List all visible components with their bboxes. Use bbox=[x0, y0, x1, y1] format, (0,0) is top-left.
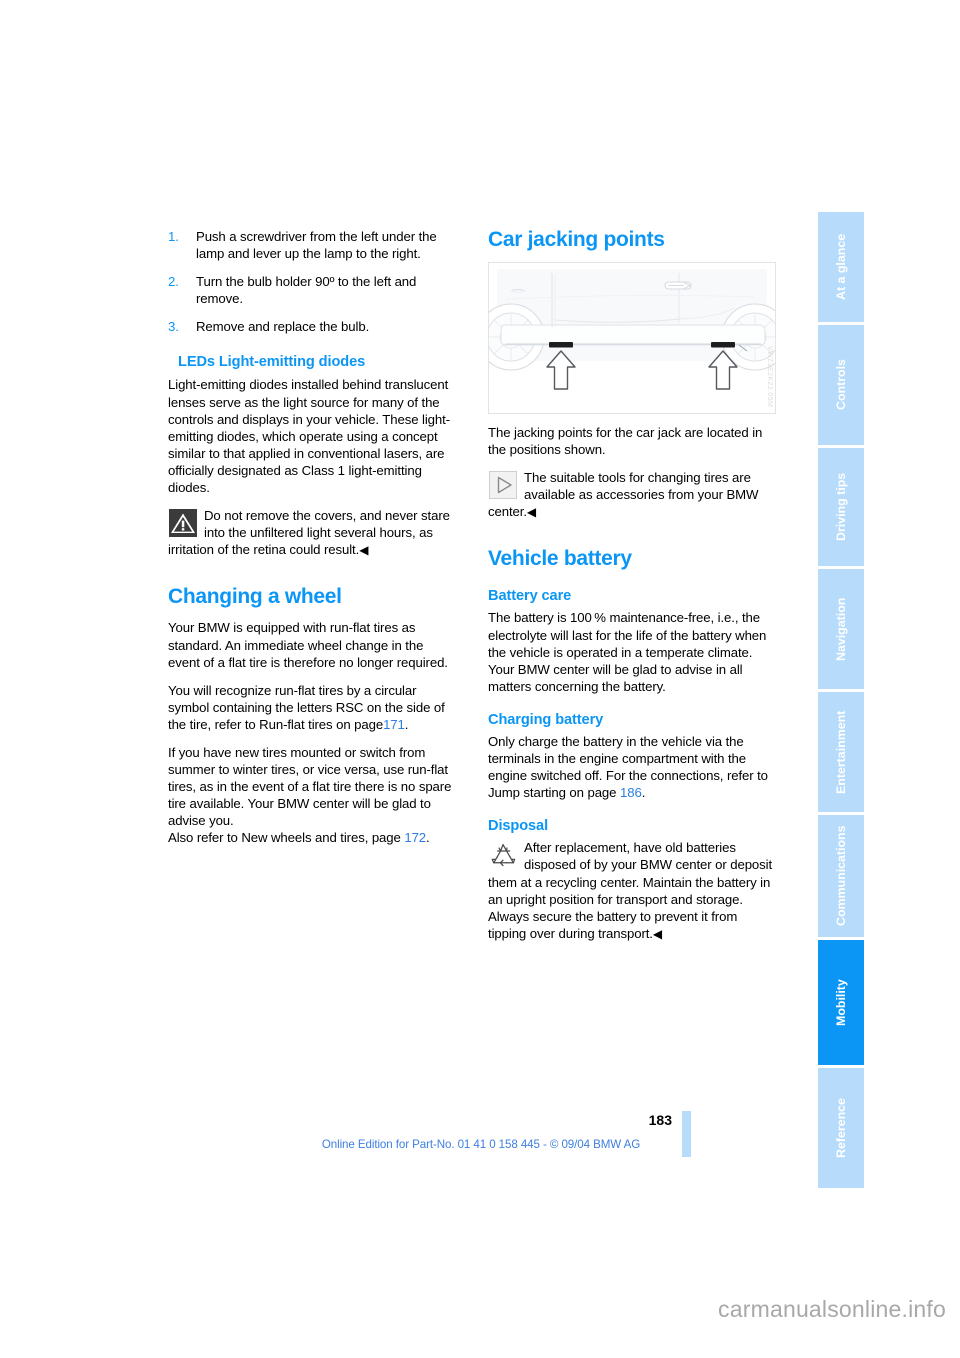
tab-communications[interactable]: Communications bbox=[818, 815, 864, 937]
tab-driving-tips[interactable]: Driving tips bbox=[818, 448, 864, 566]
tab-navigation[interactable]: Navigation bbox=[818, 569, 864, 689]
paragraph-tail: . bbox=[426, 830, 430, 846]
warning-note-text: Do not remove the covers, and never star… bbox=[168, 508, 450, 558]
figure-watermark: VWZ3E2K22.05M bbox=[766, 345, 773, 407]
step-text: Turn the bulb holder 90º to the left and… bbox=[196, 274, 417, 307]
page-number: 183 bbox=[648, 1112, 672, 1128]
tab-label: Driving tips bbox=[834, 472, 848, 542]
step-number: 1. bbox=[168, 229, 179, 244]
step-text: Remove and replace the bulb. bbox=[196, 319, 370, 335]
warning-note: Do not remove the covers, and never star… bbox=[168, 507, 456, 559]
tab-label: Controls bbox=[834, 359, 848, 411]
car-jacking-points-illustration: VWZ3E2K22.05M bbox=[488, 262, 776, 414]
tab-label: At a glance bbox=[834, 233, 848, 301]
subsection-heading-charging-battery: Charging battery bbox=[488, 711, 604, 728]
disposal-note-text: After replacement, have old batteries di… bbox=[488, 840, 773, 941]
tools-note: The suitable tools for changing tires ar… bbox=[488, 469, 776, 521]
changing-wheel-paragraph-3: If you have new tires mounted or switch … bbox=[168, 744, 452, 829]
changing-wheel-paragraph-2: You will recognize run-flat tires by a c… bbox=[168, 682, 456, 733]
end-mark: ◀ bbox=[359, 543, 369, 558]
manual-page-sheet: 1. Push a screwdriver from the left unde… bbox=[0, 0, 960, 1290]
section-heading-car-jacking-points: Car jacking points bbox=[488, 228, 665, 251]
paragraph-text: Also refer to New wheels and tires, page bbox=[168, 830, 401, 846]
warning-triangle-icon bbox=[168, 508, 198, 538]
leds-description: Light-emitting diodes installed behind t… bbox=[168, 377, 450, 496]
step-number: 3. bbox=[168, 319, 179, 335]
tab-label: Communications bbox=[834, 825, 848, 927]
bulb-replacement-steps: 1. Push a screwdriver from the left unde… bbox=[168, 228, 456, 335]
list-item: 3. Remove and replace the bulb. bbox=[168, 318, 456, 335]
section-heading-changing-a-wheel: Changing a wheel bbox=[168, 585, 342, 609]
footer-accent-bar bbox=[682, 1111, 691, 1157]
end-mark: ◀ bbox=[526, 505, 537, 520]
tab-label: Navigation bbox=[834, 597, 848, 661]
page-footer: 183 Online Edition for Part-No. 01 41 0 … bbox=[0, 1112, 960, 1172]
info-triangle-icon bbox=[488, 470, 518, 500]
recycling-icon bbox=[488, 840, 518, 870]
section-heading-vehicle-battery: Vehicle battery bbox=[488, 547, 632, 571]
disposal-note: After replacement, have old batteries di… bbox=[488, 839, 776, 943]
tab-controls[interactable]: Controls bbox=[818, 325, 864, 445]
list-item: 2. Turn the bulb holder 90º to the left … bbox=[168, 273, 456, 307]
changing-wheel-paragraph-1: Your BMW is equipped with run-flat tires… bbox=[168, 620, 448, 670]
paragraph-tail: . bbox=[641, 785, 646, 801]
tab-label: Entertainment bbox=[834, 710, 848, 794]
jacking-points-description: The jacking points for the car jack are … bbox=[488, 425, 763, 458]
site-watermark: carmanualsonline.info bbox=[718, 1296, 946, 1322]
step-text: Push a screwdriver from the left under t… bbox=[196, 229, 437, 262]
page-reference-186[interactable]: 186 bbox=[620, 785, 642, 800]
list-item: 1. Push a screwdriver from the left unde… bbox=[168, 228, 456, 262]
step-number: 2. bbox=[168, 274, 179, 290]
subsection-heading-battery-care: Battery care bbox=[488, 588, 572, 605]
end-mark: ◀ bbox=[652, 926, 663, 941]
subsection-heading-disposal: Disposal bbox=[488, 818, 549, 835]
paragraph-tail: . bbox=[404, 716, 409, 732]
left-column: 1. Push a screwdriver from the left unde… bbox=[168, 228, 456, 858]
section-heading-leds: LEDs Light-emitting diodes bbox=[178, 354, 366, 371]
edition-notice: Online Edition for Part-No. 01 41 0 158 … bbox=[321, 1138, 641, 1151]
tab-label: Mobility bbox=[834, 979, 848, 1026]
right-column: Car jacking points VWZ3E2K22.05M The jac… bbox=[488, 228, 776, 954]
page-reference-171[interactable]: 171 bbox=[383, 717, 405, 732]
charging-battery-paragraph: Only charge the battery in the vehicle v… bbox=[488, 733, 776, 801]
changing-wheel-paragraph-4: Also refer to New wheels and tires, page… bbox=[168, 829, 456, 846]
tab-at-a-glance[interactable]: At a glance bbox=[818, 212, 864, 322]
chapter-tab-rail: At a glance Controls Driving tips Naviga… bbox=[818, 212, 864, 1191]
battery-care-paragraph-2: Your BMW center will be glad to advise i… bbox=[488, 661, 743, 694]
tab-entertainment[interactable]: Entertainment bbox=[818, 692, 864, 812]
battery-care-paragraph-1: The battery is 100 % maintenance-free, i… bbox=[488, 610, 767, 660]
page-reference-172[interactable]: 172 bbox=[404, 830, 426, 845]
tab-mobility[interactable]: Mobility bbox=[818, 940, 864, 1065]
